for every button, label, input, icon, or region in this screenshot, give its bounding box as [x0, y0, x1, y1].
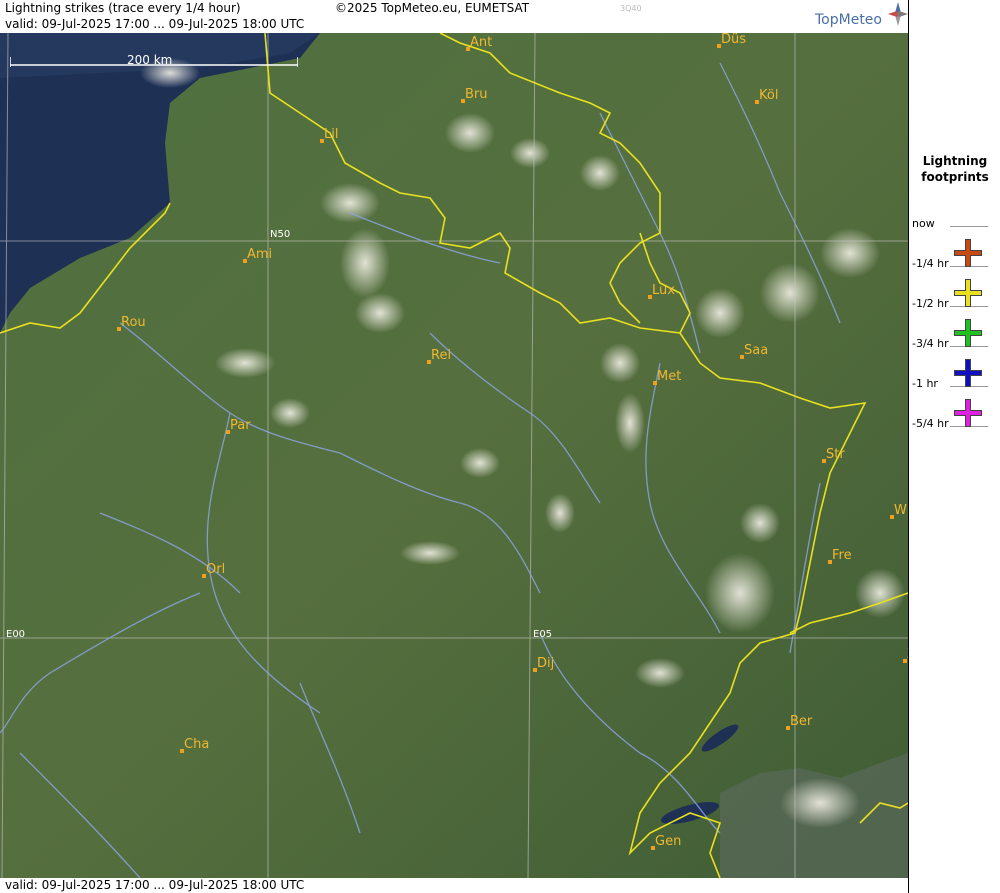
valid-time-top: valid: 09-Jul-2025 17:00 ... 09-Jul-2025…	[5, 17, 305, 31]
city-label: Dij	[537, 656, 555, 671]
map-title: Lightning strikes (trace every 1/4 hour)	[5, 1, 241, 15]
map-canvas	[0, 33, 908, 878]
lightning-cross-icon	[954, 319, 982, 347]
scale-label: 200 km	[127, 53, 173, 67]
legend-item: now	[909, 217, 1000, 237]
legend-label: -1/2 hr	[912, 297, 949, 310]
city-label: Str	[826, 447, 845, 462]
city-label: Fre	[832, 548, 852, 563]
city-label: Bru	[465, 87, 488, 102]
grid-label-e05: E05	[533, 629, 553, 640]
legend-label: -5/4 hr	[912, 417, 949, 430]
city-label: Par	[230, 418, 251, 433]
city-label: Ber	[790, 714, 813, 729]
legend-label: -1/4 hr	[912, 257, 949, 270]
city-label: Düs	[721, 33, 747, 47]
legend-title-line1: Lightning	[922, 154, 988, 168]
legend-label: -3/4 hr	[912, 337, 949, 350]
city-label: Gen	[655, 834, 682, 849]
grid-label-e00: E00	[6, 629, 26, 640]
satellite-map[interactable]: 200 km N50 E00 E05 Ant Düs Bru Köl Lil Ami Rou…	[0, 33, 908, 878]
city-label: Rei	[431, 348, 452, 363]
city-label: Met	[657, 369, 682, 384]
legend-panel: Lightning footprints now -1/4 hr -1/2 hr -3…	[908, 0, 1000, 893]
city-label: Lux	[652, 283, 675, 298]
city-label: W	[894, 503, 907, 518]
lightning-cross-icon	[954, 359, 982, 387]
city-label: Ami	[247, 247, 273, 262]
city-label: Köl	[759, 88, 779, 103]
grid-label-n50: N50	[270, 229, 291, 240]
city-label: Cha	[184, 737, 210, 752]
legend-divider	[950, 226, 988, 227]
copyright: ©2025 TopMeteo.eu, EUMETSAT	[335, 1, 530, 15]
legend-title-line2: footprints	[921, 170, 989, 184]
city-label: Lil	[324, 127, 339, 142]
footer-bar: valid: 09-Jul-2025 17:00 ... 09-Jul-2025…	[0, 878, 908, 893]
legend-label: now	[912, 217, 935, 230]
city-label: Rou	[121, 315, 146, 330]
header-bar: Lightning strikes (trace every 1/4 hour)…	[0, 0, 908, 33]
valid-time-bottom: valid: 09-Jul-2025 17:00 ... 09-Jul-2025…	[5, 878, 305, 892]
legend-label: -1 hr	[912, 377, 938, 390]
product-code: 3Q40	[620, 4, 642, 13]
city-label: Saa	[744, 343, 769, 358]
topmeteo-logo: TopMeteo	[815, 12, 882, 28]
lightning-cross-icon	[954, 279, 982, 307]
lightning-cross-icon	[954, 399, 982, 427]
compass-icon	[888, 2, 908, 26]
city-label: Ant	[470, 35, 493, 50]
legend-title: Lightning footprints	[909, 153, 1000, 185]
city-label: Orl	[206, 562, 226, 577]
lightning-cross-icon	[954, 239, 982, 267]
